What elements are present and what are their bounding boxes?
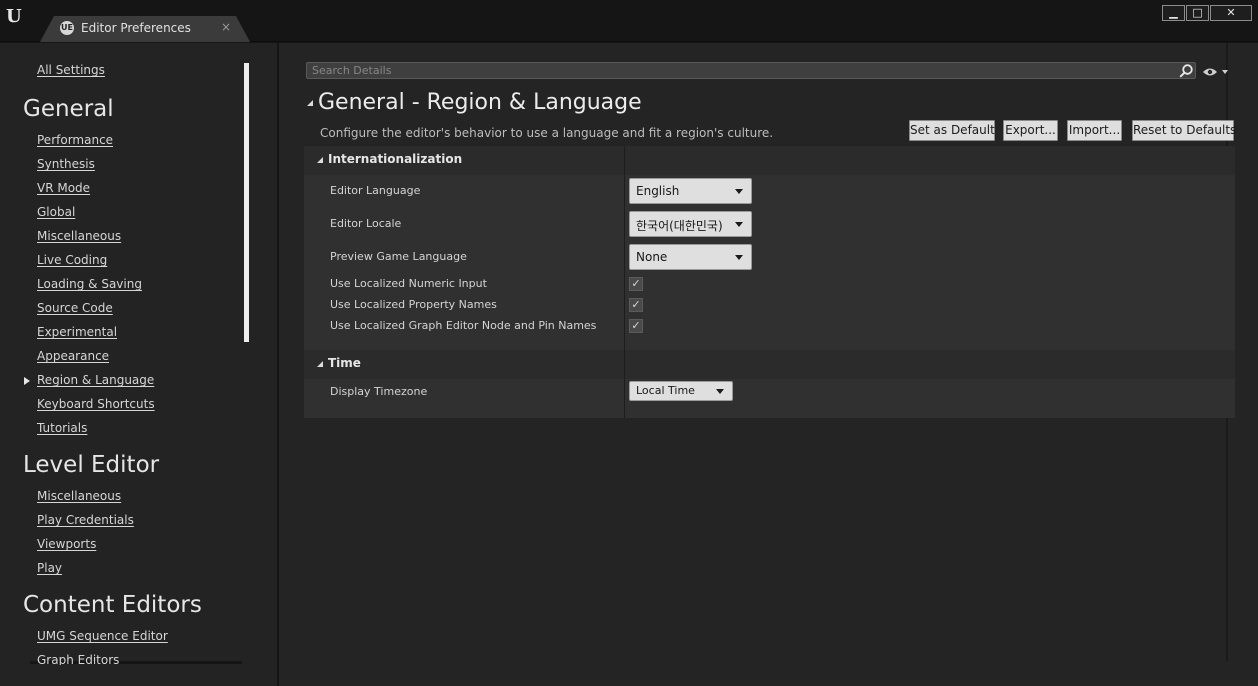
- unreal-logo-icon: U: [6, 6, 22, 27]
- dropdown-value: Local Time: [636, 384, 695, 397]
- export-button[interactable]: Export...: [1003, 120, 1058, 141]
- close-window-button[interactable]: ✕: [1210, 5, 1252, 21]
- graph-editor-names-label: Use Localized Graph Editor Node and Pin …: [330, 319, 597, 332]
- sidebar-item-performance[interactable]: Performance: [37, 133, 113, 147]
- preview-game-language-label: Preview Game Language: [330, 250, 467, 263]
- selected-arrow-icon: [24, 377, 30, 385]
- category-title: Time: [328, 356, 361, 370]
- collapse-arrow-icon[interactable]: [317, 157, 323, 163]
- sidebar-item-synthesis[interactable]: Synthesis: [37, 157, 95, 171]
- column-splitter[interactable]: [624, 146, 625, 350]
- reset-to-defaults-button[interactable]: Reset to Defaults: [1132, 120, 1236, 141]
- import-button[interactable]: Import...: [1067, 120, 1122, 141]
- minimize-button[interactable]: ▁: [1162, 5, 1185, 21]
- sidebar-item-play-credentials[interactable]: Play Credentials: [37, 513, 134, 527]
- sidebar-item-global[interactable]: Global: [37, 205, 75, 219]
- search-placeholder: Search Details: [312, 64, 392, 77]
- editor-language-dropdown[interactable]: English: [629, 178, 752, 204]
- sidebar-item-play[interactable]: Play: [37, 561, 62, 575]
- sidebar-item-level-miscellaneous[interactable]: Miscellaneous: [37, 489, 121, 503]
- view-options-eye-icon[interactable]: [1202, 66, 1230, 78]
- tab-editor-preferences[interactable]: UE Editor Preferences ×: [40, 16, 250, 42]
- editor-preferences-icon: UE: [60, 21, 74, 35]
- property-names-checkbox[interactable]: ✓: [629, 298, 643, 312]
- category-header[interactable]: Internationalization: [304, 146, 1235, 175]
- tab-close-icon[interactable]: ×: [221, 20, 231, 34]
- display-timezone-dropdown[interactable]: Local Time: [629, 381, 733, 401]
- sidebar-item-appearance[interactable]: Appearance: [37, 349, 109, 363]
- sidebar-item-miscellaneous[interactable]: Miscellaneous: [37, 229, 121, 243]
- sidebar-item-viewports[interactable]: Viewports: [37, 537, 96, 551]
- search-input[interactable]: Search Details: [306, 62, 1196, 79]
- dropdown-value: English: [636, 184, 680, 198]
- chevron-down-icon: [735, 189, 743, 194]
- sidebar-section-general: General: [23, 96, 114, 122]
- dropdown-value: None: [636, 250, 668, 264]
- graph-editor-names-checkbox[interactable]: ✓: [629, 319, 643, 333]
- sidebar-scrollbar[interactable]: [244, 63, 249, 342]
- tab-title: Editor Preferences: [81, 21, 191, 35]
- sidebar-item-vr-mode[interactable]: VR Mode: [37, 181, 90, 195]
- category-header[interactable]: Time: [304, 350, 1235, 379]
- category-title: Internationalization: [328, 152, 463, 166]
- sidebar-item-loading-saving[interactable]: Loading & Saving: [37, 277, 142, 291]
- editor-locale-dropdown[interactable]: 한국어(대한민국): [629, 211, 752, 237]
- chevron-down-icon: [735, 222, 743, 227]
- editor-locale-label: Editor Locale: [330, 217, 402, 230]
- sidebar-item-source-code[interactable]: Source Code: [37, 301, 113, 315]
- sidebar-item-tutorials[interactable]: Tutorials: [37, 421, 87, 435]
- set-as-default-button[interactable]: Set as Default: [909, 120, 995, 141]
- title-bar: U UE Editor Preferences × ▁ □ ✕: [0, 0, 1258, 42]
- page-description: Configure the editor's behavior to use a…: [320, 126, 774, 140]
- dropdown-value: 한국어(대한민국): [636, 219, 723, 233]
- category-time: Time Display Timezone Local Time: [304, 350, 1235, 418]
- sidebar-item-region-language[interactable]: Region & Language: [37, 373, 154, 387]
- maximize-button[interactable]: □: [1186, 5, 1209, 21]
- sidebar-item-keyboard-shortcuts[interactable]: Keyboard Shortcuts: [37, 397, 155, 411]
- column-splitter[interactable]: [624, 350, 625, 418]
- collapse-arrow-icon[interactable]: [317, 361, 323, 367]
- display-timezone-label: Display Timezone: [330, 385, 428, 398]
- numeric-input-checkbox[interactable]: ✓: [629, 277, 643, 291]
- chevron-down-icon: [716, 389, 724, 394]
- sidebar-item-experimental[interactable]: Experimental: [37, 325, 117, 339]
- sidebar-all-settings[interactable]: All Settings: [37, 63, 105, 77]
- preview-game-language-dropdown[interactable]: None: [629, 244, 752, 270]
- sidebar-section-content-editors: Content Editors: [23, 592, 202, 618]
- editor-language-label: Editor Language: [330, 184, 421, 197]
- category-internationalization: Internationalization Editor Language Eng…: [304, 146, 1235, 350]
- sidebar-item-graph-editors[interactable]: Graph Editors: [37, 653, 119, 665]
- chevron-down-icon: [735, 255, 743, 260]
- sidebar-section-level-editor: Level Editor: [23, 452, 160, 478]
- page-title: General - Region & Language: [318, 90, 642, 115]
- sidebar-item-umg-sequence-editor[interactable]: UMG Sequence Editor: [37, 629, 168, 643]
- search-icon[interactable]: [1179, 64, 1193, 78]
- collapse-arrow-icon[interactable]: [307, 100, 313, 106]
- numeric-input-label: Use Localized Numeric Input: [330, 277, 487, 290]
- property-names-label: Use Localized Property Names: [330, 298, 497, 311]
- sidebar-item-live-coding[interactable]: Live Coding: [37, 253, 107, 267]
